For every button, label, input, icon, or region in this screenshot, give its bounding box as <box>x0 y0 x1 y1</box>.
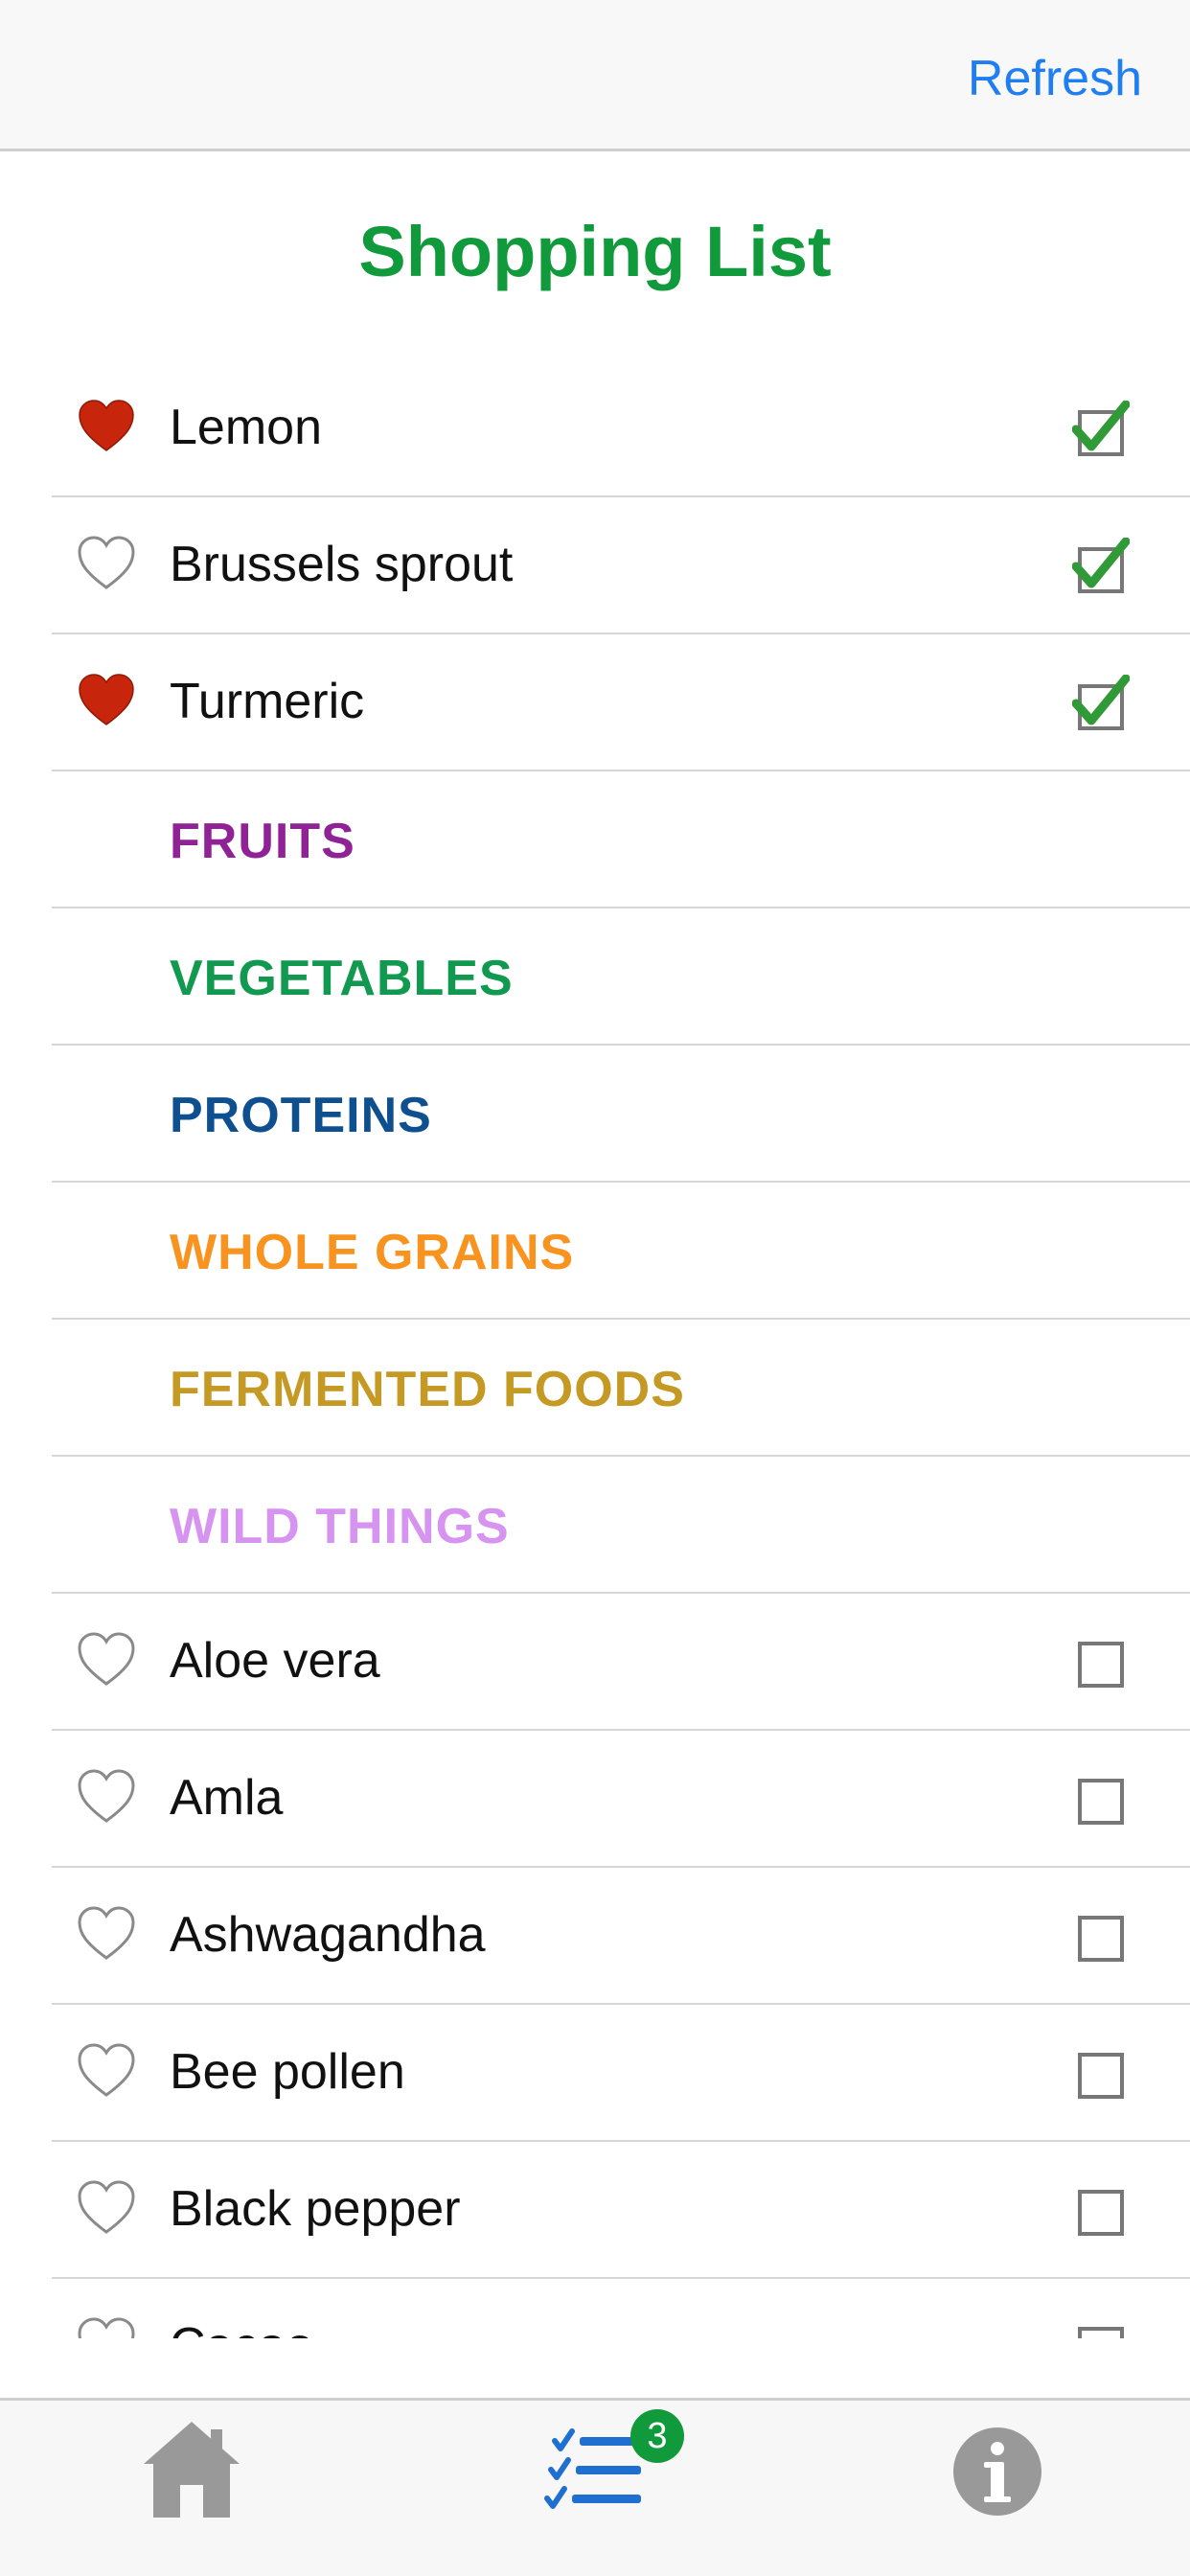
heart-outline-icon[interactable] <box>76 2041 137 2103</box>
heart-outline-icon[interactable] <box>76 2315 137 2338</box>
heart-filled-icon[interactable] <box>76 397 137 458</box>
heart-outline-icon[interactable] <box>76 2178 137 2240</box>
category-label: PROTEINS <box>170 1088 432 1143</box>
item-label: Aloe vera <box>170 1633 380 1689</box>
category-row-fruits[interactable]: FRUITS <box>52 771 1190 908</box>
heart-outline-icon[interactable] <box>76 1630 137 1691</box>
list-item[interactable]: Lemon <box>52 360 1190 497</box>
heart-outline-icon[interactable] <box>76 1904 137 1966</box>
page-title: Shopping List <box>358 212 832 291</box>
list-item[interactable]: Amla <box>52 1731 1190 1868</box>
house-icon[interactable] <box>134 2414 249 2529</box>
item-label: Turmeric <box>170 674 365 729</box>
list-badge: 3 <box>630 2409 684 2463</box>
checkbox-checked-icon[interactable] <box>1072 675 1130 732</box>
tab-bar <box>0 2398 1190 2576</box>
list-item[interactable]: Black pepper <box>52 2142 1190 2279</box>
checkbox-empty-icon[interactable] <box>1072 2319 1130 2338</box>
category-row-fermented-foods[interactable]: FERMENTED FOODS <box>52 1320 1190 1457</box>
checkbox-empty-icon[interactable] <box>1072 1771 1130 1828</box>
category-label: FERMENTED FOODS <box>170 1362 685 1417</box>
checkbox-empty-icon[interactable] <box>1072 2045 1130 2103</box>
item-label: Lemon <box>170 400 322 455</box>
list-item[interactable]: Cacao <box>52 2279 1190 2338</box>
list-item[interactable]: Aloe vera <box>52 1594 1190 1731</box>
list-item[interactable]: Bee pollen <box>52 2005 1190 2142</box>
category-label: FRUITS <box>170 814 355 869</box>
checkbox-checked-icon[interactable] <box>1072 538 1130 595</box>
heart-outline-icon[interactable] <box>76 534 137 595</box>
list-viewport[interactable]: Shopping List Lemon Brussels sprout Turm… <box>0 0 1190 2338</box>
heart-filled-icon[interactable] <box>76 671 137 732</box>
list-item[interactable]: Ashwagandha <box>52 1868 1190 2005</box>
category-row-vegetables[interactable]: VEGETABLES <box>52 908 1190 1046</box>
item-label: Brussels sprout <box>170 537 514 592</box>
shopping-list: Lemon Brussels sprout Turmeric FRUITS VE… <box>0 360 1190 2338</box>
item-label: Black pepper <box>170 2181 461 2237</box>
checkbox-empty-icon[interactable] <box>1072 2182 1130 2240</box>
category-row-wild-things[interactable]: WILD THINGS <box>52 1457 1190 1594</box>
item-label: Amla <box>170 1770 284 1826</box>
item-label: Ashwagandha <box>170 1907 486 1963</box>
category-label: WHOLE GRAINS <box>170 1225 575 1280</box>
category-label: WILD THINGS <box>170 1499 510 1554</box>
item-label: Cacao <box>170 2317 313 2338</box>
heart-outline-icon[interactable] <box>76 1767 137 1828</box>
checkbox-empty-icon[interactable] <box>1072 1908 1130 1966</box>
category-row-whole-grains[interactable]: WHOLE GRAINS <box>52 1183 1190 1320</box>
item-label: Bee pollen <box>170 2044 405 2100</box>
list-item[interactable]: Brussels sprout <box>52 497 1190 634</box>
checkbox-empty-icon[interactable] <box>1072 1634 1130 1691</box>
category-label: VEGETABLES <box>170 951 514 1006</box>
category-row-proteins[interactable]: PROTEINS <box>52 1046 1190 1183</box>
checkbox-checked-icon[interactable] <box>1072 401 1130 458</box>
list-item[interactable]: Turmeric <box>52 634 1190 771</box>
info-icon[interactable] <box>940 2414 1055 2529</box>
